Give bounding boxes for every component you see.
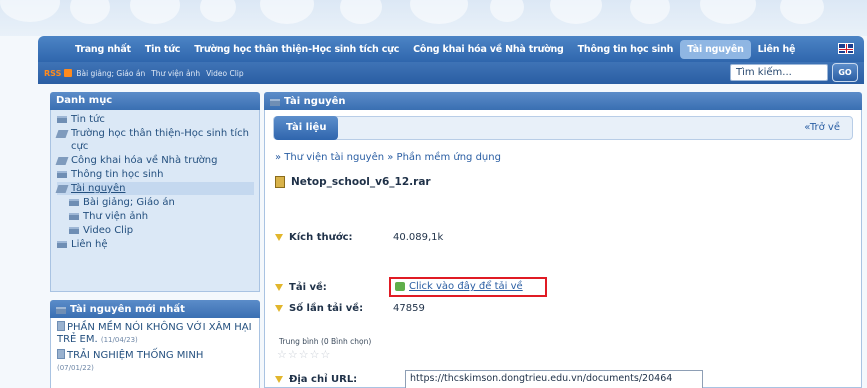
main-content: Tài nguyên Tài liệu «Trở về » Thư viện t… [264,92,862,388]
sidebar-item-label: Bài giảng; Giáo án [83,197,175,208]
count-label: Số lần tải về: [289,303,364,314]
subnav-item-lectures[interactable]: Bài giảng; Giáo án [76,69,145,78]
folder-icon [57,116,67,123]
url-label: Địa chỉ URL: [289,374,358,385]
download-highlight-box: Click vào đây để tải về [389,277,547,297]
latest-resources-title: Tài nguyên mới nhất [70,303,185,315]
sidebar-item-label: Tin tức [71,114,105,125]
sidebar-item-student-info[interactable]: Thông tin học sinh [57,168,254,181]
main-title: Tài nguyên [284,95,346,107]
rating-stars[interactable]: ☆☆☆☆☆ [277,348,331,361]
folder-icon [69,227,79,234]
sidebar-item-resources[interactable]: Tài nguyên [55,182,254,195]
category-list: Tin tức Trường học thân thiện-Học sinh t… [50,110,260,292]
sidebar-item-label: Thư viện ảnh [83,211,149,222]
bullet-icon [275,284,283,291]
nav-item-home[interactable]: Trang nhất [68,40,138,59]
download-link[interactable]: Click vào đây để tải về [395,281,523,292]
count-label-row: Số lần tải về: [275,303,363,314]
latest-resources-list: PHẦN MỀM NÓI KHÔNG VỚI XÂM HẠI TRẺ EM. (… [50,318,260,388]
list-item[interactable]: TRẢI NGHIỆM THỐNG MINH (07/01/22) [57,349,255,374]
sidebar: Danh mục Tin tức Trường học thân thiện-H… [50,92,260,388]
subnav-item-video-clip[interactable]: Video Clip [206,69,244,78]
uk-flag-icon[interactable] [838,43,854,54]
search-go-button[interactable]: GO [832,63,858,82]
breadcrumb[interactable]: » Thư viện tài nguyên » Phần mềm ứng dụn… [275,152,501,163]
download-icon [395,282,405,291]
file-title: Netop_school_v6_12.rar [275,176,431,188]
sidebar-item-label: Liên hệ [71,239,108,250]
sidebar-item-contact[interactable]: Liên hệ [57,238,254,251]
main-navigation: Trang nhất Tin tức Trường học thân thiện… [38,36,864,62]
nav-item-public-info[interactable]: Công khai hóa về Nhà trường [406,40,571,59]
bullet-icon [275,234,283,241]
resource-date: (07/01/22) [57,364,94,372]
bullet-icon [275,376,283,383]
document-icon [57,349,65,359]
pen-icon [55,130,69,138]
feed-icon [64,69,73,77]
download-label-row: Tải về: [275,282,327,293]
subnav-item-photo-library[interactable]: Thư viện ảnh [151,69,200,78]
sidebar-item-label: Công khai hóa về Nhà trường [71,155,218,166]
category-heading: Danh mục [50,92,260,110]
sidebar-item-video-clip[interactable]: Video Clip [57,224,254,237]
main-heading: Tài nguyên [264,92,862,110]
sidebar-item-label: Thông tin học sinh [71,169,164,180]
size-label: Kích thước: [289,232,353,243]
sidebar-item-lectures[interactable]: Bài giảng; Giáo án [57,196,254,209]
resource-date: (11/04/23) [100,336,138,344]
sidebar-item-friendly-school[interactable]: Trường học thân thiện-Học sinh tích cực [55,127,254,153]
pen-icon [55,157,69,165]
bullet-icon [275,305,283,312]
download-link-text: Click vào đây để tải về [409,281,523,292]
rating-text: Trung bình (0 Bình chọn) [279,337,372,346]
resource-title: TRẢI NGHIỆM THỐNG MINH [67,350,204,361]
resources-icon [56,307,66,314]
file-name: Netop_school_v6_12.rar [291,176,431,188]
tab-bar: Tài liệu «Trở về [273,116,853,140]
pen-icon [55,185,69,193]
nav-item-contact[interactable]: Liên hệ [751,40,803,59]
size-label-row: Kích thước: [275,232,353,243]
sidebar-item-photo-library[interactable]: Thư viện ảnh [57,210,254,223]
count-value: 47859 [393,303,425,314]
archive-icon [275,176,285,188]
list-item[interactable]: PHẦN MỀM NÓI KHÔNG VỚI XÂM HẠI TRẺ EM. (… [57,321,255,346]
sidebar-item-news[interactable]: Tin tức [57,113,254,126]
resource-detail: Tài liệu «Trở về » Thư viện tài nguyên »… [264,110,862,388]
tab-documents[interactable]: Tài liệu [274,116,339,140]
folder-icon [57,171,67,178]
sidebar-item-public-info[interactable]: Công khai hóa về Nhà trường [55,154,254,167]
folder-icon [69,199,79,206]
back-link[interactable]: «Trở về [804,122,840,133]
url-label-row: Địa chỉ URL: [275,374,357,385]
size-value: 40.089,1k [393,232,444,243]
page-container: Trang nhất Tin tức Trường học thân thiện… [36,30,866,388]
sidebar-item-label: Tài nguyên [71,183,126,194]
rss-icon[interactable]: RSS [44,69,61,78]
url-field[interactable]: https://thcskimson.dongtrieu.edu.vn/docu… [405,370,703,388]
resources-icon [270,99,280,106]
folder-icon [69,213,79,220]
nav-item-resources[interactable]: Tài nguyên [680,39,751,59]
sidebar-item-label: Video Clip [83,225,134,236]
resource-title: PHẦN MỀM NÓI KHÔNG VỚI XÂM HẠI TRẺ EM. [57,322,252,345]
nav-item-friendly-school[interactable]: Trường học thân thiện-Học sinh tích cực [187,40,406,59]
search-input[interactable]: Tìm kiếm... [730,64,828,81]
sub-navigation: RSS Bài giảng; Giáo án Thư viện ảnh Vide… [38,62,864,84]
sidebar-item-label: Trường học thân thiện-Học sinh tích cực [71,128,249,152]
folder-icon [57,241,67,248]
nav-item-news[interactable]: Tin tức [138,40,187,59]
nav-item-student-info[interactable]: Thông tin học sinh [571,40,681,59]
latest-resources-heading: Tài nguyên mới nhất [50,300,260,318]
document-icon [57,321,65,331]
download-label: Tải về: [289,282,327,293]
